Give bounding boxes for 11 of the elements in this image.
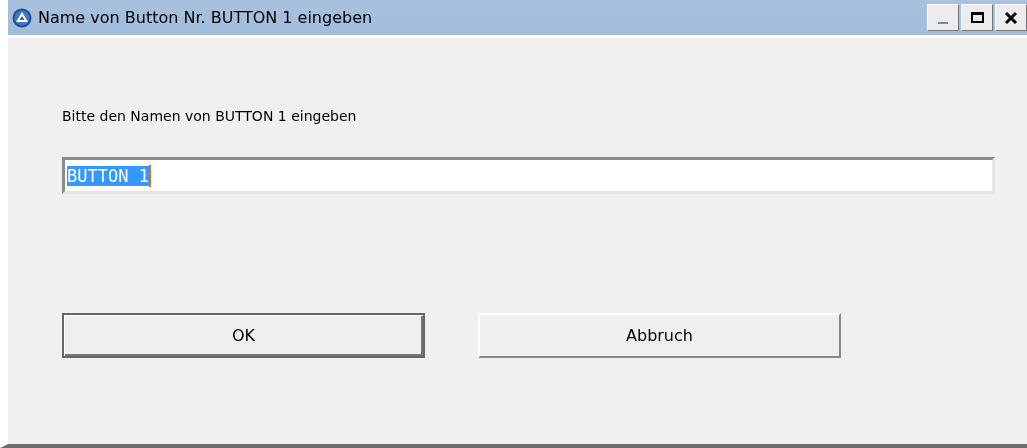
maximize-button[interactable] [961,4,993,31]
window-title: Name von Button Nr. BUTTON 1 eingeben [38,8,373,27]
cancel-button[interactable]: Abbruch [478,313,841,358]
maximize-icon [970,12,984,23]
close-button[interactable] [995,4,1027,31]
minimize-button[interactable] [927,4,959,31]
ok-button[interactable]: OK [62,313,425,358]
minimize-icon [938,21,948,24]
triangle-logo-icon [12,7,32,28]
prompt-text: Bitte den Namen von BUTTON 1 eingeben [62,108,357,124]
close-icon [1004,10,1018,25]
